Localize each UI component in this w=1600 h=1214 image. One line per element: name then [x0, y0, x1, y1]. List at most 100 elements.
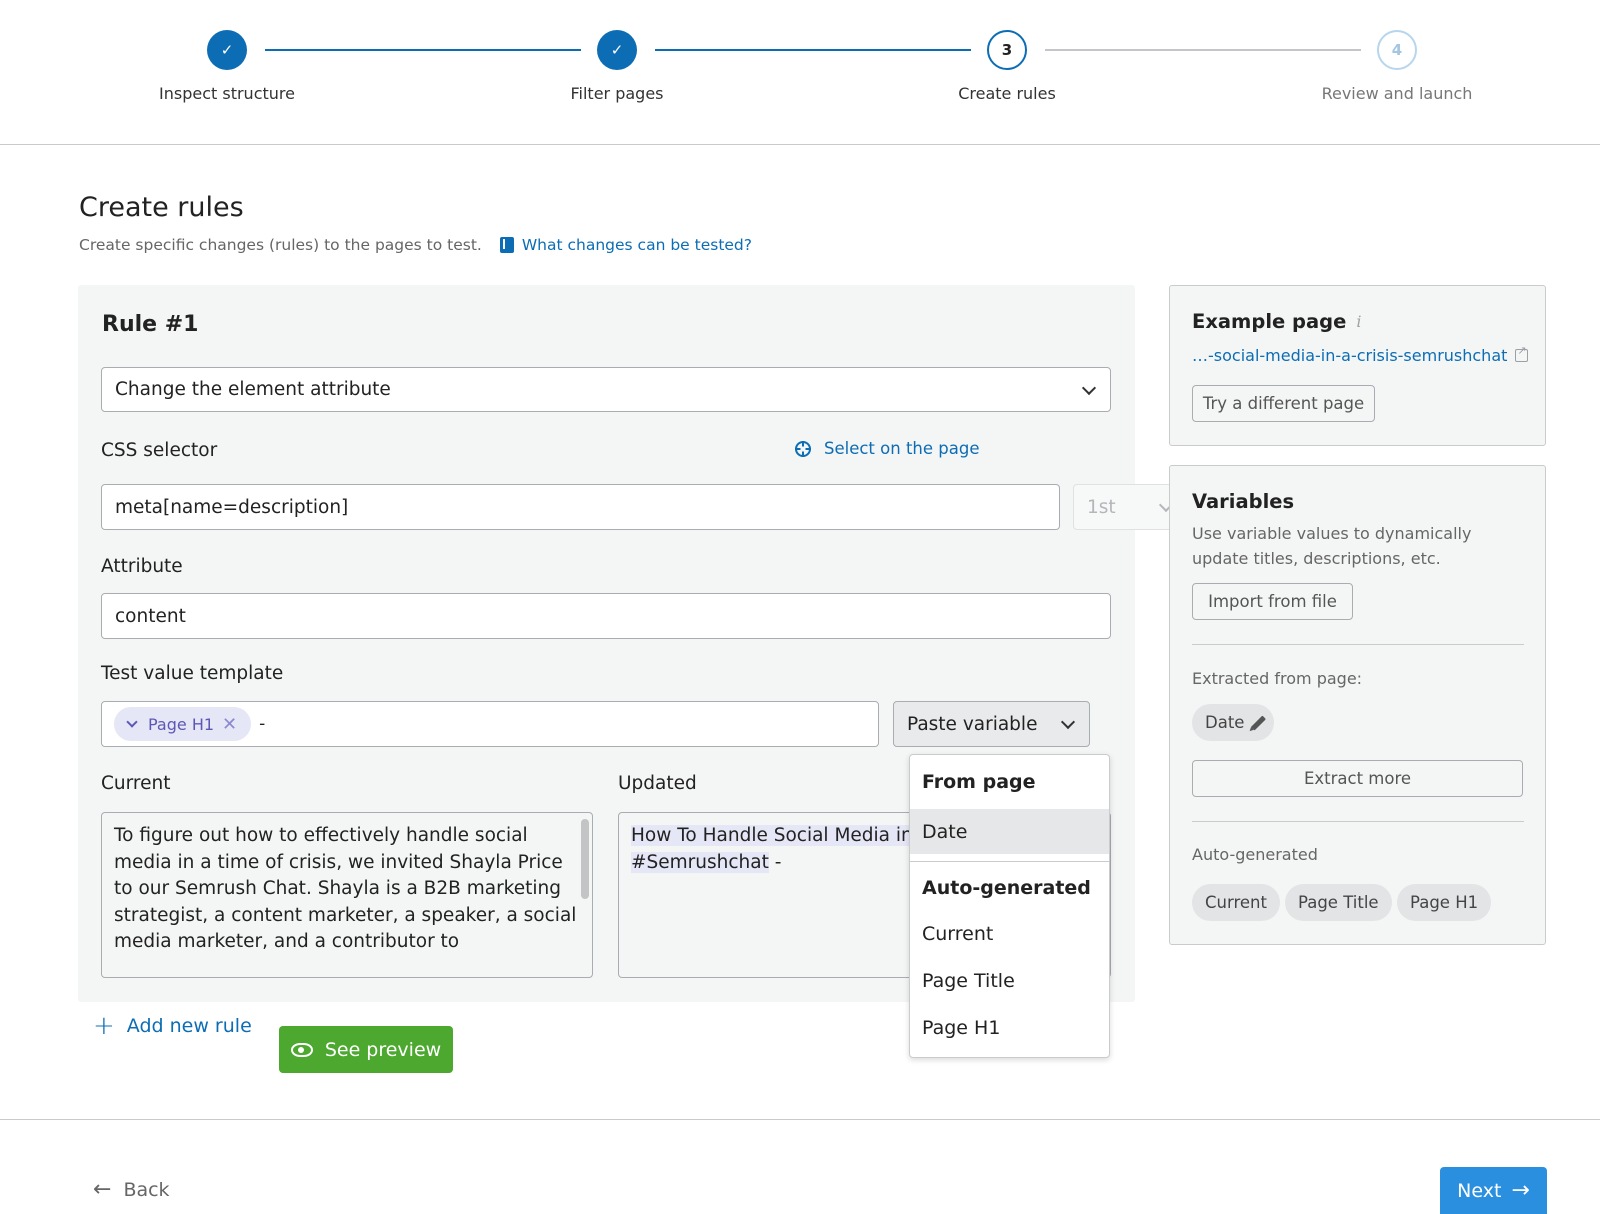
- variable-pill-page-title[interactable]: Page Title: [1285, 884, 1392, 921]
- pencil-icon[interactable]: [1251, 715, 1267, 730]
- button-label: Try a different page: [1202, 394, 1365, 413]
- step-create-rules[interactable]: 3 Create rules: [907, 30, 1107, 103]
- menu-item-date[interactable]: Date: [910, 809, 1109, 854]
- book-icon: [499, 237, 514, 253]
- progress-stepper: ✓ Inspect structure ✓ Filter pages 3 Cre…: [0, 0, 1600, 145]
- occurrence-value: 1st: [1087, 496, 1116, 518]
- see-preview-label: See preview: [324, 1038, 442, 1061]
- paste-variable-select[interactable]: Paste variable: [893, 701, 1090, 747]
- add-rule-label: Add new rule: [126, 1015, 252, 1037]
- extract-more-button[interactable]: Extract more: [1192, 760, 1523, 797]
- example-page-link[interactable]: …-social-media-in-a-crisis-semrushchat: [1192, 344, 1529, 365]
- menu-item-current[interactable]: Current: [910, 911, 1109, 956]
- rule-type-value: Change the element attribute: [115, 379, 391, 400]
- back-button[interactable]: ← Back: [93, 1177, 170, 1202]
- menu-item-label: Page H1: [922, 1016, 1001, 1039]
- attribute-value: content: [115, 605, 186, 627]
- step-number: 3: [987, 30, 1027, 70]
- menu-group-from-page: From page: [922, 771, 1036, 793]
- info-icon[interactable]: i: [1356, 312, 1361, 331]
- target-icon: [795, 440, 811, 457]
- select-on-page-label: Select on the page: [824, 439, 980, 458]
- variable-chip-page-h1[interactable]: Page H1 ✕: [114, 707, 252, 741]
- template-text: -: [259, 714, 266, 734]
- menu-item-label: Date: [922, 820, 968, 843]
- page-title: Create rules: [79, 192, 244, 223]
- arrow-left-icon: ←: [93, 1177, 112, 1202]
- add-new-rule-button[interactable]: + Add new rule: [93, 1013, 252, 1039]
- select-on-page-link[interactable]: Select on the page: [795, 439, 979, 458]
- step-label: Inspect structure: [159, 84, 295, 103]
- paste-variable-label: Paste variable: [907, 713, 1038, 735]
- chevron-down-icon[interactable]: [126, 716, 138, 728]
- pill-label: Date: [1205, 713, 1245, 732]
- see-preview-button[interactable]: See preview: [279, 1026, 453, 1073]
- css-selector-label: CSS selector: [101, 440, 218, 461]
- menu-divider: [910, 861, 1109, 862]
- button-label: Extract more: [1303, 769, 1412, 788]
- variables-description: Use variable values to dynamically updat…: [1192, 524, 1472, 568]
- menu-item-label: Current: [922, 922, 994, 945]
- attribute-input[interactable]: content: [101, 593, 1111, 639]
- example-page-url: …-social-media-in-a-crisis-semrushchat: [1192, 346, 1508, 365]
- css-selector-input[interactable]: meta[name=description]: [101, 484, 1060, 530]
- step-label: Filter pages: [570, 84, 664, 103]
- footer-divider: [0, 1119, 1600, 1120]
- example-page-title: Example page i: [1192, 310, 1361, 333]
- close-icon[interactable]: ✕: [222, 714, 237, 735]
- updated-label: Updated: [618, 773, 697, 794]
- css-selector-value: meta[name=description]: [115, 496, 349, 518]
- auto-generated-label: Auto-generated: [1192, 845, 1318, 864]
- current-label: Current: [101, 773, 171, 794]
- step-label: Review and launch: [1321, 84, 1473, 103]
- current-value-textarea[interactable]: To figure out how to effectively handle …: [101, 812, 593, 978]
- next-label: Next: [1457, 1179, 1502, 1202]
- import-from-file-button[interactable]: Import from file: [1192, 583, 1353, 620]
- divider: [1192, 644, 1524, 645]
- step-label: Create rules: [958, 84, 1056, 103]
- chevron-down-icon: [1060, 714, 1076, 730]
- variable-pill-date[interactable]: Date: [1192, 704, 1275, 741]
- menu-item-page-h1[interactable]: Page H1: [910, 1005, 1109, 1050]
- try-different-page-button[interactable]: Try a different page: [1192, 385, 1375, 422]
- arrow-right-icon: →: [1511, 1178, 1530, 1203]
- pill-label: Current: [1205, 893, 1267, 912]
- pill-label: Page Title: [1298, 893, 1379, 912]
- variable-pill-page-h1[interactable]: Page H1: [1397, 884, 1492, 921]
- step-number: 4: [1377, 30, 1417, 70]
- variables-card: Variables Use variable values to dynamic…: [1169, 465, 1546, 945]
- variable-pill-current[interactable]: Current: [1192, 884, 1280, 921]
- rule-type-select[interactable]: Change the element attribute: [101, 367, 1111, 412]
- chevron-down-icon: [1081, 380, 1097, 395]
- help-link[interactable]: What changes can be tested?: [499, 236, 752, 254]
- step-review-launch: 4 Review and launch: [1297, 30, 1497, 103]
- eye-icon: [290, 1042, 313, 1057]
- example-page-card: Example page i …-social-media-in-a-crisi…: [1169, 285, 1546, 446]
- card-title-text: Variables: [1192, 490, 1295, 513]
- scrollbar[interactable]: [581, 819, 589, 899]
- menu-group-auto-generated: Auto-generated: [922, 877, 1091, 899]
- external-link-icon: [1515, 344, 1529, 362]
- check-icon: ✓: [207, 30, 247, 70]
- check-icon: ✓: [597, 30, 637, 70]
- updated-rest-text: -: [768, 851, 782, 873]
- back-label: Back: [123, 1178, 170, 1201]
- subtitle-text: Create specific changes (rules) to the p…: [79, 236, 482, 254]
- menu-item-page-title[interactable]: Page Title: [910, 958, 1109, 1003]
- menu-item-label: Page Title: [922, 969, 1015, 992]
- paste-variable-menu: From page Date Auto-generated Current Pa…: [909, 754, 1110, 1058]
- rule-title: Rule #1: [102, 312, 199, 337]
- template-label: Test value template: [101, 663, 284, 684]
- step-inspect-structure[interactable]: ✓ Inspect structure: [127, 30, 327, 103]
- button-label: Import from file: [1208, 592, 1337, 611]
- card-title-text: Example page: [1192, 310, 1347, 333]
- extracted-label: Extracted from page:: [1192, 669, 1363, 688]
- step-filter-pages[interactable]: ✓ Filter pages: [517, 30, 717, 103]
- attribute-label: Attribute: [101, 556, 183, 577]
- plus-icon: +: [93, 1011, 115, 1041]
- variables-title: Variables: [1192, 490, 1294, 513]
- next-button[interactable]: Next →: [1440, 1167, 1547, 1214]
- divider: [1192, 821, 1524, 822]
- template-input[interactable]: Page H1 ✕ -: [101, 701, 879, 747]
- pill-label: Page H1: [1410, 893, 1479, 912]
